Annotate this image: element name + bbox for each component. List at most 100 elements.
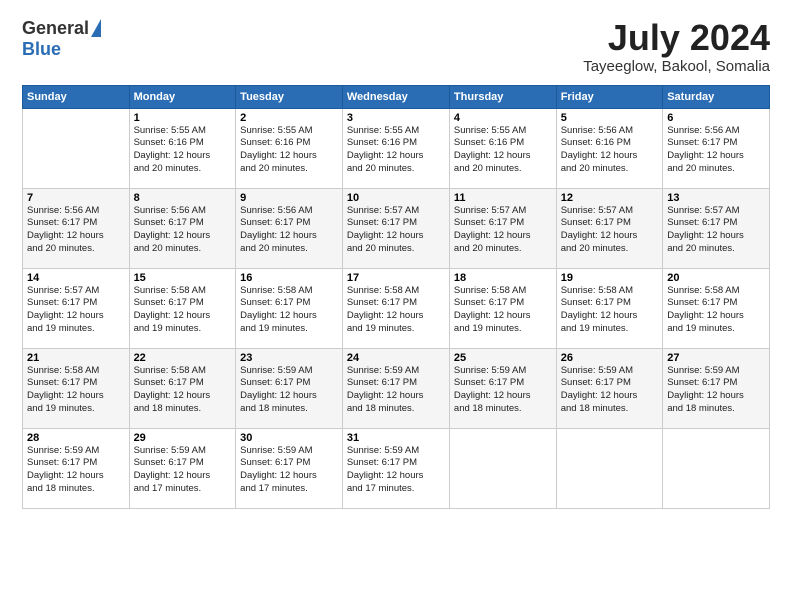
calendar-cell: 2Sunrise: 5:55 AM Sunset: 6:16 PM Daylig… [236, 108, 343, 188]
week-row-5: 28Sunrise: 5:59 AM Sunset: 6:17 PM Dayli… [23, 428, 770, 508]
day-number: 5 [561, 112, 659, 124]
calendar-cell: 13Sunrise: 5:57 AM Sunset: 6:17 PM Dayli… [663, 188, 770, 268]
calendar-cell: 15Sunrise: 5:58 AM Sunset: 6:17 PM Dayli… [129, 268, 236, 348]
weekday-header-wednesday: Wednesday [342, 85, 449, 108]
day-detail: Sunrise: 5:57 AM Sunset: 6:17 PM Dayligh… [667, 205, 765, 256]
day-number: 9 [240, 192, 338, 204]
subtitle: Tayeeglow, Bakool, Somalia [583, 58, 770, 75]
day-number: 14 [27, 272, 125, 284]
week-row-4: 21 Sunrise: 5:58 AM Sunset: 6:17 PM Dayli… [23, 348, 770, 428]
day-number: 15 [134, 272, 232, 284]
main-title: July 2024 [583, 18, 770, 58]
calendar-cell [23, 108, 130, 188]
logo-general-text: General [22, 18, 89, 39]
calendar-cell: 4Sunrise: 5:55 AM Sunset: 6:16 PM Daylig… [449, 108, 556, 188]
calendar-cell: 25Sunrise: 5:59 AM Sunset: 6:17 PM Dayli… [449, 348, 556, 428]
calendar-cell [449, 428, 556, 508]
calendar-cell: 22Sunrise: 5:58 AM Sunset: 6:17 PM Dayli… [129, 348, 236, 428]
day-detail: Sunrise: 5:56 AM Sunset: 6:17 PM Dayligh… [134, 205, 232, 256]
logo-blue-text: Blue [22, 39, 61, 60]
day-detail: Sunrise: 5:57 AM Sunset: 6:17 PM Dayligh… [561, 205, 659, 256]
calendar-cell: 30Sunrise: 5:59 AM Sunset: 6:17 PM Dayli… [236, 428, 343, 508]
weekday-header-row: SundayMondayTuesdayWednesdayThursdayFrid… [23, 85, 770, 108]
calendar-cell: 1Sunrise: 5:55 AM Sunset: 6:16 PM Daylig… [129, 108, 236, 188]
day-detail: Sunrise: 5:59 AM Sunset: 6:17 PM Dayligh… [561, 365, 659, 416]
day-detail: Sunrise: 5:58 AM Sunset: 6:17 PM Dayligh… [134, 285, 232, 336]
day-detail: Sunrise: 5:55 AM Sunset: 6:16 PM Dayligh… [454, 125, 552, 176]
day-number: 10 [347, 192, 445, 204]
day-detail: Sunrise: 5:55 AM Sunset: 6:16 PM Dayligh… [134, 125, 232, 176]
calendar-cell: 16Sunrise: 5:58 AM Sunset: 6:17 PM Dayli… [236, 268, 343, 348]
day-number: 18 [454, 272, 552, 284]
day-number: 3 [347, 112, 445, 124]
day-detail: Sunrise: 5:59 AM Sunset: 6:17 PM Dayligh… [27, 445, 125, 496]
calendar-cell: 24Sunrise: 5:59 AM Sunset: 6:17 PM Dayli… [342, 348, 449, 428]
day-number: 1 [134, 112, 232, 124]
weekday-header-saturday: Saturday [663, 85, 770, 108]
title-block: July 2024 Tayeeglow, Bakool, Somalia [583, 18, 770, 75]
calendar-cell [556, 428, 663, 508]
day-number: 17 [347, 272, 445, 284]
page: General Blue July 2024 Tayeeglow, Bakool… [0, 0, 792, 612]
calendar-cell: 29Sunrise: 5:59 AM Sunset: 6:17 PM Dayli… [129, 428, 236, 508]
day-detail: Sunrise: 5:57 AM Sunset: 6:17 PM Dayligh… [27, 285, 125, 336]
weekday-header-monday: Monday [129, 85, 236, 108]
day-number: 20 [667, 272, 765, 284]
day-detail: Sunrise: 5:56 AM Sunset: 6:17 PM Dayligh… [27, 205, 125, 256]
weekday-header-tuesday: Tuesday [236, 85, 343, 108]
day-detail: Sunrise: 5:57 AM Sunset: 6:17 PM Dayligh… [454, 205, 552, 256]
calendar-cell [663, 428, 770, 508]
day-detail: Sunrise: 5:55 AM Sunset: 6:16 PM Dayligh… [240, 125, 338, 176]
calendar-cell: 10Sunrise: 5:57 AM Sunset: 6:17 PM Dayli… [342, 188, 449, 268]
day-detail: Sunrise: 5:58 AM Sunset: 6:17 PM Dayligh… [561, 285, 659, 336]
week-row-3: 14Sunrise: 5:57 AM Sunset: 6:17 PM Dayli… [23, 268, 770, 348]
day-number: 6 [667, 112, 765, 124]
day-number: 11 [454, 192, 552, 204]
calendar-cell: 7Sunrise: 5:56 AM Sunset: 6:17 PM Daylig… [23, 188, 130, 268]
day-detail: Sunrise: 5:56 AM Sunset: 6:17 PM Dayligh… [240, 205, 338, 256]
day-number: 31 [347, 432, 445, 444]
calendar-cell: 5Sunrise: 5:56 AM Sunset: 6:16 PM Daylig… [556, 108, 663, 188]
day-number: 8 [134, 192, 232, 204]
day-detail: Sunrise: 5:58 AM Sunset: 6:17 PM Dayligh… [240, 285, 338, 336]
day-detail: Sunrise: 5:59 AM Sunset: 6:17 PM Dayligh… [240, 445, 338, 496]
day-number: 2 [240, 112, 338, 124]
day-number: 12 [561, 192, 659, 204]
calendar-cell: 3Sunrise: 5:55 AM Sunset: 6:16 PM Daylig… [342, 108, 449, 188]
week-row-2: 7Sunrise: 5:56 AM Sunset: 6:17 PM Daylig… [23, 188, 770, 268]
day-detail: Sunrise: 5:59 AM Sunset: 6:17 PM Dayligh… [134, 445, 232, 496]
day-number: 25 [454, 352, 552, 364]
day-number: 26 [561, 352, 659, 364]
day-number: 4 [454, 112, 552, 124]
day-number: 27 [667, 352, 765, 364]
day-number: 29 [134, 432, 232, 444]
day-detail: Sunrise: 5:58 AM Sunset: 6:17 PM Dayligh… [347, 285, 445, 336]
day-number: 28 [27, 432, 125, 444]
calendar-cell: 11Sunrise: 5:57 AM Sunset: 6:17 PM Dayli… [449, 188, 556, 268]
day-detail: Sunrise: 5:59 AM Sunset: 6:17 PM Dayligh… [240, 365, 338, 416]
calendar-cell: 12Sunrise: 5:57 AM Sunset: 6:17 PM Dayli… [556, 188, 663, 268]
day-number: 21 [27, 352, 125, 364]
logo: General Blue [22, 18, 101, 60]
calendar-cell: 17Sunrise: 5:58 AM Sunset: 6:17 PM Dayli… [342, 268, 449, 348]
calendar-cell: 19Sunrise: 5:58 AM Sunset: 6:17 PM Dayli… [556, 268, 663, 348]
logo-triangle-icon [91, 19, 101, 37]
day-detail: Sunrise: 5:59 AM Sunset: 6:17 PM Dayligh… [347, 365, 445, 416]
calendar-cell: 14Sunrise: 5:57 AM Sunset: 6:17 PM Dayli… [23, 268, 130, 348]
weekday-header-thursday: Thursday [449, 85, 556, 108]
day-detail: Sunrise: 5:58 AM Sunset: 6:17 PM Dayligh… [667, 285, 765, 336]
day-number: 30 [240, 432, 338, 444]
day-detail: Sunrise: 5:56 AM Sunset: 6:17 PM Dayligh… [667, 125, 765, 176]
day-number: 23 [240, 352, 338, 364]
calendar-cell: 20Sunrise: 5:58 AM Sunset: 6:17 PM Dayli… [663, 268, 770, 348]
day-detail: Sunrise: 5:59 AM Sunset: 6:17 PM Dayligh… [454, 365, 552, 416]
day-detail: Sunrise: 5:58 AM Sunset: 6:17 PM Dayligh… [134, 365, 232, 416]
calendar-cell: 21Sunrise: 5:58 AM Sunset: 6:17 PM Dayli… [23, 348, 130, 428]
calendar-cell: 6Sunrise: 5:56 AM Sunset: 6:17 PM Daylig… [663, 108, 770, 188]
calendar-cell: 23Sunrise: 5:59 AM Sunset: 6:17 PM Dayli… [236, 348, 343, 428]
day-detail: Sunrise: 5:55 AM Sunset: 6:16 PM Dayligh… [347, 125, 445, 176]
weekday-header-friday: Friday [556, 85, 663, 108]
day-number: 24 [347, 352, 445, 364]
day-detail: Sunrise: 5:59 AM Sunset: 6:17 PM Dayligh… [347, 445, 445, 496]
calendar-cell: 31Sunrise: 5:59 AM Sunset: 6:17 PM Dayli… [342, 428, 449, 508]
